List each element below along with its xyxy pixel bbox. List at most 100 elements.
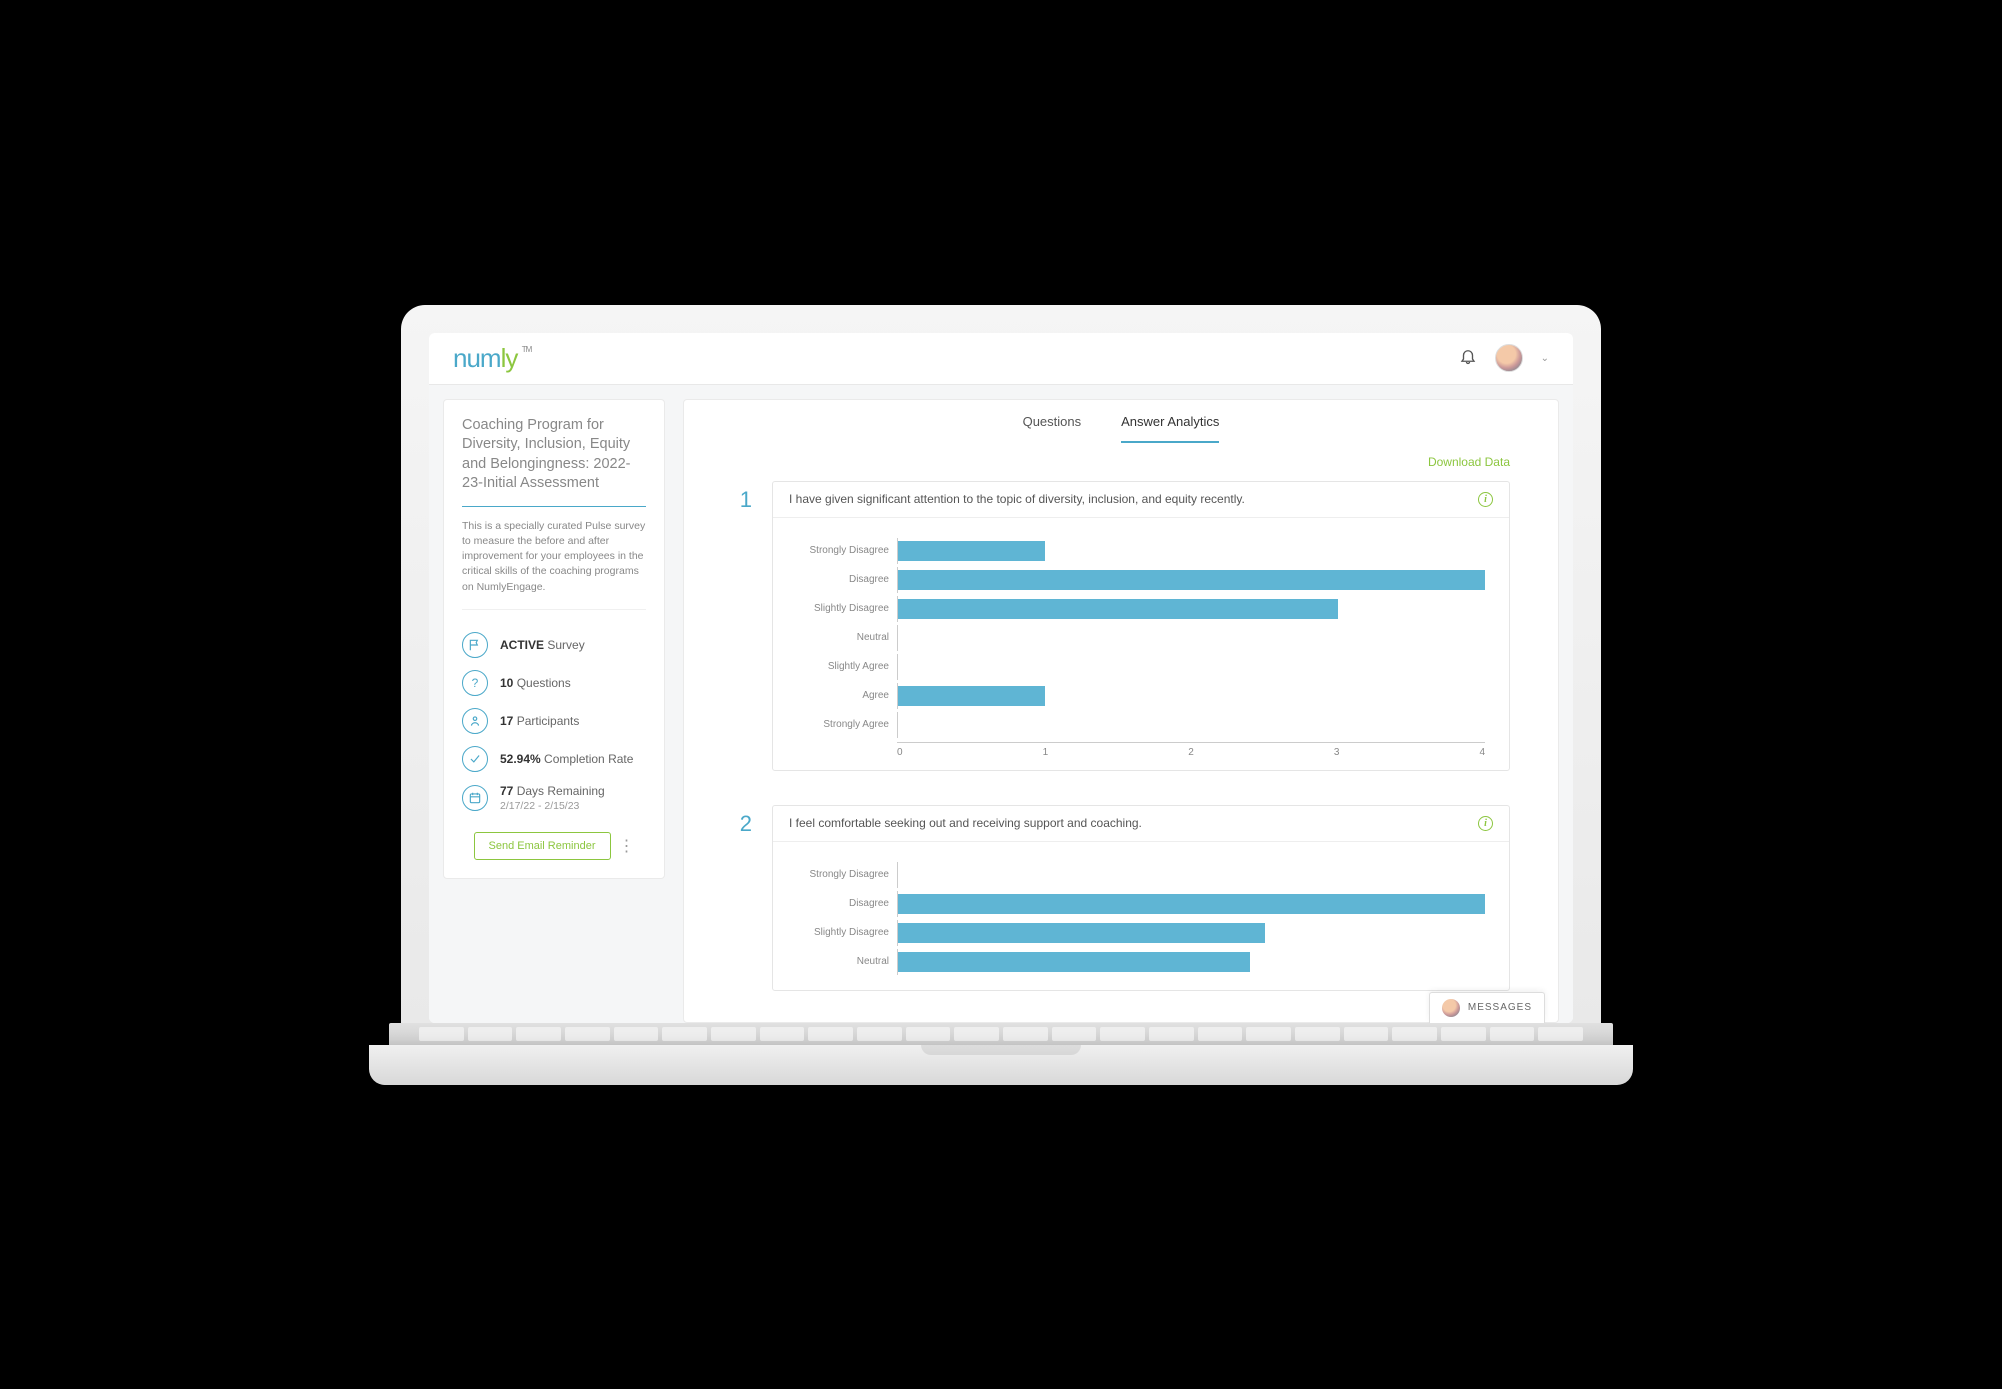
- chart-row: Strongly Disagree: [797, 538, 1485, 564]
- laptop-frame: numlyTM ⌄ Coaching Program for Diversity…: [401, 305, 1601, 1085]
- app-body: Coaching Program for Diversity, Inclusio…: [429, 385, 1573, 1023]
- header-right: ⌄: [1459, 344, 1549, 372]
- survey-description: This is a specially curated Pulse survey…: [462, 507, 646, 610]
- chart-row: Disagree: [797, 567, 1485, 593]
- chart-tick: 2: [1188, 747, 1194, 758]
- chart-category-label: Neutral: [797, 956, 897, 967]
- survey-info-card: Coaching Program for Diversity, Inclusio…: [443, 399, 665, 879]
- calendar-icon: [462, 785, 488, 811]
- sidebar-actions: Send Email Reminder ⋮: [462, 832, 646, 860]
- messages-avatar-icon: [1442, 999, 1460, 1017]
- chart-category-label: Slightly Disagree: [797, 603, 897, 614]
- chart-bar: [898, 686, 1045, 706]
- chart-category-label: Slightly Disagree: [797, 927, 897, 938]
- stat-remaining: 77 Days Remaining 2/17/22 - 2/15/23: [462, 784, 646, 812]
- messages-label: MESSAGES: [1468, 1002, 1532, 1013]
- stat-status-text: ACTIVE Survey: [500, 638, 585, 652]
- logo-tm: TM: [522, 345, 532, 354]
- bar-chart: Strongly Disagree Disagree Slightly Disa…: [773, 842, 1509, 990]
- info-icon[interactable]: i: [1478, 816, 1493, 831]
- stat-participants-text: 17 Participants: [500, 714, 579, 728]
- people-icon: [462, 708, 488, 734]
- chart-category-label: Disagree: [797, 574, 897, 585]
- chart-category-label: Disagree: [797, 898, 897, 909]
- question-header: I feel comfortable seeking out and recei…: [773, 806, 1509, 842]
- logo[interactable]: numlyTM: [453, 343, 517, 374]
- chart-bar: [898, 923, 1265, 943]
- chart-category-label: Neutral: [797, 632, 897, 643]
- tab-answer-analytics[interactable]: Answer Analytics: [1121, 414, 1219, 443]
- chart-row: Agree: [797, 683, 1485, 709]
- app-screen: numlyTM ⌄ Coaching Program for Diversity…: [429, 333, 1573, 1023]
- chart-row: Neutral: [797, 625, 1485, 651]
- question-header: I have given significant attention to th…: [773, 482, 1509, 518]
- chart-bar-area: [897, 920, 1485, 946]
- chart-bar: [898, 952, 1250, 972]
- question-text: I feel comfortable seeking out and recei…: [789, 816, 1142, 830]
- question-card: I have given significant attention to th…: [772, 481, 1510, 771]
- chart-x-axis: 01234: [797, 742, 1485, 758]
- chart-bar: [898, 599, 1338, 619]
- chart-bar-area: [897, 654, 1485, 680]
- download-row: Download Data: [684, 443, 1558, 477]
- stat-remaining-text: 77 Days Remaining 2/17/22 - 2/15/23: [500, 784, 605, 812]
- chart-tick: 3: [1334, 747, 1340, 758]
- logo-part-1: num: [453, 343, 501, 373]
- chart-bar: [898, 570, 1485, 590]
- chart-row: Disagree: [797, 891, 1485, 917]
- chart-bar-area: [897, 712, 1485, 738]
- chart-bar-area: [897, 683, 1485, 709]
- chart-row: Strongly Disagree: [797, 862, 1485, 888]
- chart-category-label: Strongly Disagree: [797, 869, 897, 880]
- stat-completion: 52.94% Completion Rate: [462, 746, 646, 772]
- chart-category-label: Strongly Agree: [797, 719, 897, 730]
- question-card: I feel comfortable seeking out and recei…: [772, 805, 1510, 991]
- chart-row: Strongly Agree: [797, 712, 1485, 738]
- info-icon[interactable]: i: [1478, 492, 1493, 507]
- chart-bar: [898, 541, 1045, 561]
- more-options-button[interactable]: ⋮: [619, 836, 635, 856]
- chevron-down-icon[interactable]: ⌄: [1541, 353, 1549, 364]
- avatar[interactable]: [1495, 344, 1523, 372]
- stat-participants: 17 Participants: [462, 708, 646, 734]
- chart-bar-area: [897, 567, 1485, 593]
- app-header: numlyTM ⌄: [429, 333, 1573, 385]
- stat-status: ACTIVE Survey: [462, 632, 646, 658]
- stat-date-range: 2/17/22 - 2/15/23: [500, 800, 605, 812]
- send-email-reminder-button[interactable]: Send Email Reminder: [474, 832, 611, 860]
- flag-icon: [462, 632, 488, 658]
- chart-row: Slightly Disagree: [797, 596, 1485, 622]
- chart-row: Slightly Disagree: [797, 920, 1485, 946]
- survey-stats: ACTIVE Survey ? 10 Questions 17 Particip…: [462, 610, 646, 812]
- stat-completion-text: 52.94% Completion Rate: [500, 752, 633, 766]
- stat-questions: ? 10 Questions: [462, 670, 646, 696]
- chart-bar-area: [897, 862, 1485, 888]
- question-number: 2: [732, 805, 752, 991]
- stat-questions-text: 10 Questions: [500, 676, 571, 690]
- check-icon: [462, 746, 488, 772]
- chart-bar-area: [897, 891, 1485, 917]
- chart-category-label: Slightly Agree: [797, 661, 897, 672]
- download-data-link[interactable]: Download Data: [1428, 455, 1510, 469]
- chart-row: Neutral: [797, 949, 1485, 975]
- question-icon: ?: [462, 670, 488, 696]
- logo-part-2: ly: [501, 343, 518, 373]
- laptop-base: [369, 1045, 1633, 1085]
- question-text: I have given significant attention to th…: [789, 492, 1245, 506]
- question-block: 1 I have given significant attention to …: [684, 477, 1558, 801]
- chart-bar-area: [897, 625, 1485, 651]
- notifications-button[interactable]: [1459, 347, 1477, 370]
- tab-bar: Questions Answer Analytics: [684, 400, 1558, 443]
- chart-tick: 4: [1479, 747, 1485, 758]
- messages-widget[interactable]: MESSAGES: [1429, 992, 1545, 1023]
- laptop-keyboard: [389, 1023, 1613, 1045]
- chart-category-label: Strongly Disagree: [797, 545, 897, 556]
- chart-category-label: Agree: [797, 690, 897, 701]
- tab-questions[interactable]: Questions: [1023, 414, 1082, 443]
- chart-tick: 0: [897, 747, 903, 758]
- bell-icon: [1459, 347, 1477, 365]
- chart-bar: [898, 894, 1485, 914]
- chart-row: Slightly Agree: [797, 654, 1485, 680]
- analytics-card: Questions Answer Analytics Download Data…: [683, 399, 1559, 1023]
- question-number: 1: [732, 481, 752, 771]
